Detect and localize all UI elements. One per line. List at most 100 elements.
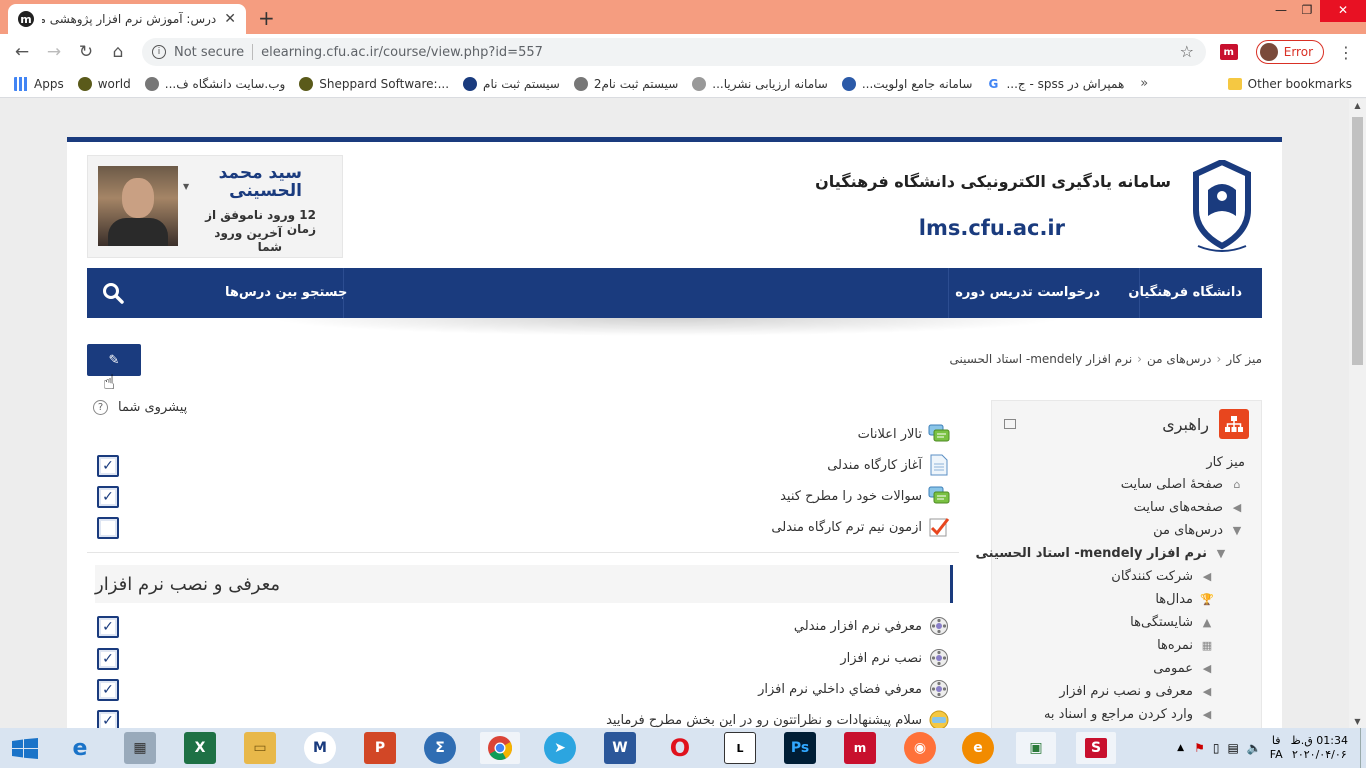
extension-icon[interactable]: m [1219,44,1238,60]
avatar[interactable] [98,166,178,246]
activity-midterm-quiz[interactable]: ازمون نیم ترم کارگاه مندلی [771,515,950,539]
nav-grades[interactable]: ▦ نمره‌ها [1157,634,1215,656]
forward-icon[interactable]: → [38,42,70,62]
powerpoint-icon[interactable]: P [364,732,396,764]
nav-competencies[interactable]: ▲ شایستگی‌ها [1130,611,1215,633]
browser-tab[interactable]: m درس: آموزش نرم افزار پژوهشی مند ✕ [8,4,246,34]
back-icon[interactable]: ← [6,42,38,62]
restore-icon[interactable]: ❐ [1294,0,1320,22]
scroll-down-icon[interactable]: ▼ [1349,717,1366,726]
bookmark-item[interactable]: سامانه جامع اولویت... [841,76,972,91]
control-panel-icon[interactable]: ▣ [1016,732,1056,764]
activity-interface-intro[interactable]: معرفي فضاي داخلي نرم افزار [758,677,950,701]
clock[interactable]: 01:34 ق.ظ ۲۰۲۰/۰۴/۰۶ [1291,734,1348,762]
math-app-icon[interactable]: Σ [424,732,456,764]
internet-explorer-icon[interactable]: e [64,732,96,764]
breadcrumb-my-courses[interactable]: درس‌های من [1147,352,1212,366]
windows-start-icon[interactable] [12,738,38,760]
activity-feedback[interactable]: سلام پیشنهادات و نظراتتون رو در این بخش … [606,708,950,728]
other-bookmarks[interactable]: Other bookmarks [1227,77,1352,91]
activity-start-workshop[interactable]: آغاز کارگاه مندلی [827,453,950,477]
activity-ask-questions[interactable]: سوالات خود را مطرح کنید [780,484,950,508]
activity-install-software[interactable]: نصب نرم افزار [840,646,950,670]
user-name[interactable]: سید محمد الحسینی [192,164,302,200]
tab-close-icon[interactable]: ✕ [224,11,236,27]
reload-icon[interactable]: ↻ [70,42,102,62]
bookmark-apps[interactable]: Apps [14,76,64,91]
user-menu[interactable]: ▼ سید محمد الحسینی 12 ورود ناموفق از زما… [87,155,343,258]
chrome-icon[interactable] [480,732,520,764]
nav-badges[interactable]: 🏆 مدال‌ها [1155,588,1215,610]
nav-dashboard[interactable]: میز کار [1206,451,1245,473]
completion-checkbox[interactable]: ✓ [97,648,119,670]
app-s-icon[interactable]: S [1076,732,1116,764]
page-scrollbar[interactable]: ▲ ▼ [1349,99,1366,728]
flag-icon[interactable]: ⚑ [1194,741,1205,755]
opera-icon[interactable]: O [664,732,696,764]
bookmark-item[interactable]: وب.سایت دانشگاه ف... [144,76,285,91]
breadcrumb-dashboard[interactable]: میز کار [1226,352,1262,366]
breadcrumb-course[interactable]: نرم افزار mendely- استاد الحسینی [950,352,1133,366]
bookmark-item[interactable]: world [77,76,131,91]
nav-my-courses[interactable]: ▼ درس‌های من [1153,519,1245,541]
home-icon[interactable]: ⌂ [102,42,134,62]
activity-announcements[interactable]: تالار اعلانات [858,422,950,446]
nav-section-intro[interactable]: ◀ معرفی و نصب نرم افزار [1059,680,1215,702]
nav-site-pages[interactable]: ◀ صفحه‌های سایت [1134,496,1245,518]
word-icon[interactable]: W [604,732,636,764]
nav-current-course[interactable]: ▼ نرم افزار mendely- استاد الحسینی [976,542,1229,564]
network-icon[interactable]: ▤ [1227,741,1238,755]
course-search-label[interactable]: جستجو بین درس‌ها [225,268,347,318]
completion-checkbox[interactable]: ✓ [97,679,119,701]
bookmark-item[interactable]: G همپراش در spss - ج... [986,77,1125,91]
show-desktop-button[interactable] [1360,728,1366,768]
bookmark-star-icon[interactable]: ☆ [1180,42,1194,61]
scroll-up-icon[interactable]: ▲ [1349,101,1366,110]
nav-section-import[interactable]: ◀ وارد کردن مراجع و اسناد به [1044,703,1215,725]
bookmarks-more-icon[interactable]: » [1140,76,1148,91]
calculator-icon[interactable]: ▦ [124,732,156,764]
competency-icon: ▲ [1202,615,1212,629]
tray-expand-icon[interactable]: ▲ [1177,743,1184,753]
battery-icon[interactable]: ▯ [1213,741,1220,755]
mendeley-desktop-icon[interactable]: m [844,732,876,764]
volume-icon[interactable]: 🔈 [1247,741,1262,755]
completion-checkbox[interactable] [97,517,119,539]
activity-intro-mendeley[interactable]: معرفي نرم افزار مندلي [794,614,950,638]
bookmark-item[interactable]: سیستم ثبت نام2 [573,76,678,91]
nav-participants[interactable]: ◀ شرکت کنندگان [1111,565,1215,587]
bookmark-item[interactable]: سامانه ارزیابی نشریا... [692,76,828,91]
completion-checkbox[interactable]: ✓ [97,486,119,508]
completion-checkbox[interactable]: ✓ [97,455,119,477]
lisrel-icon[interactable]: L [724,732,756,764]
mendeley-icon[interactable]: M [304,732,336,764]
help-icon[interactable]: ? [93,400,108,415]
address-bar[interactable]: i Not secure elearning.cfu.ac.ir/course/… [142,38,1206,66]
excel-icon[interactable]: X [184,732,216,764]
dock-block-icon[interactable] [1004,419,1016,429]
nav-general[interactable]: ◀ عمومی [1153,657,1215,679]
bookmark-item[interactable]: سیستم ثبت نام [463,76,560,91]
new-tab-icon[interactable]: + [258,6,275,30]
menu-kebab-icon[interactable]: ⋮ [1338,43,1354,62]
nav-item-university[interactable]: دانشگاه فرهنگیان [1128,268,1242,318]
nav-site-home[interactable]: ⌂ صفحهٔ اصلی سایت [1121,473,1245,495]
firefox-icon[interactable]: ◉ [904,732,936,764]
bookmark-item[interactable]: Sheppard Software:... [299,76,449,91]
language-indicator[interactable]: فا FA [1270,734,1283,762]
nav-item-teaching-request[interactable]: درخواست تدریس دوره [955,268,1100,318]
telegram-icon[interactable]: ➤ [544,732,576,764]
search-icon[interactable] [101,281,125,305]
completion-checkbox[interactable]: ✓ [97,710,119,728]
window-close-icon[interactable]: ✕ [1320,0,1366,22]
browser-e-icon[interactable]: e [962,732,994,764]
photoshop-icon[interactable]: Ps [784,732,816,764]
info-icon[interactable]: i [152,45,166,59]
minimize-icon[interactable]: — [1268,0,1294,22]
chevron-down-icon[interactable]: ▼ [183,182,189,191]
completion-checkbox[interactable]: ✓ [97,616,119,638]
scrollbar-thumb[interactable] [1352,117,1363,365]
profile-error-button[interactable]: Error [1255,40,1324,64]
url-text[interactable]: elearning.cfu.ac.ir/course/view.php?id=5… [261,45,543,60]
file-explorer-icon[interactable]: ▭ [244,732,276,764]
